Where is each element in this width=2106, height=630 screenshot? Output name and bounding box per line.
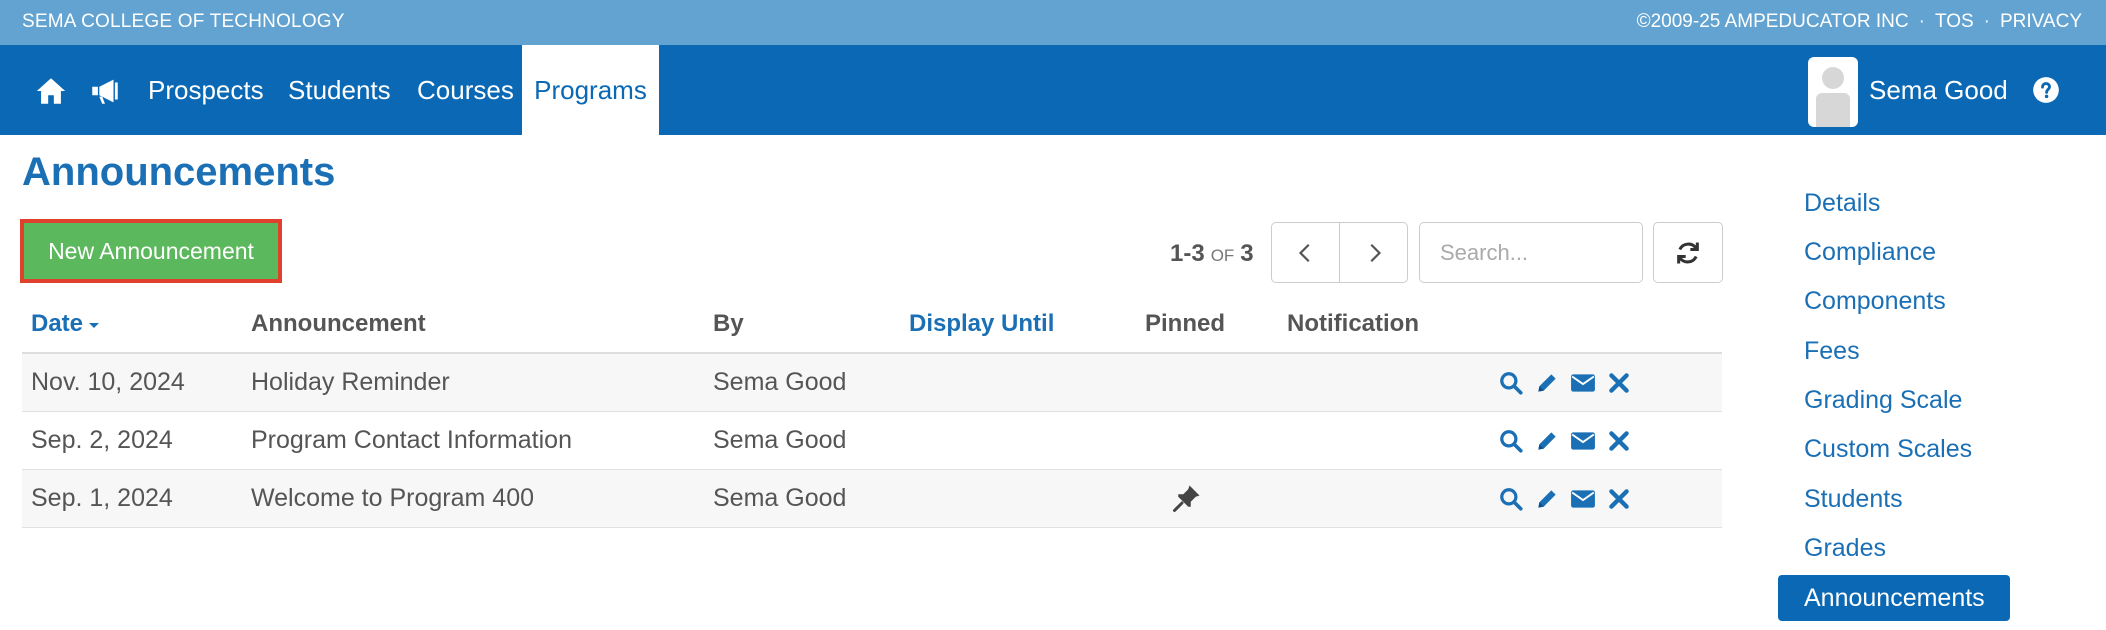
sidebar-item-grades[interactable]: Grades [1778, 525, 2010, 571]
delete-icon[interactable] [1605, 486, 1633, 512]
cell-by: Sema Good [713, 368, 847, 396]
chevron-right-icon [1369, 243, 1381, 262]
pin-icon [1173, 485, 1200, 512]
cell-date: Sep. 1, 2024 [31, 484, 173, 512]
chevron-left-icon [1298, 243, 1310, 262]
column-header-by[interactable]: By [713, 310, 744, 338]
column-header-date[interactable]: Date [31, 310, 101, 338]
privacy-link[interactable]: PRIVACY [2000, 11, 2082, 33]
pager-count: 1-3 OF 3 [1170, 240, 1254, 268]
page-title: Announcements [22, 150, 336, 194]
sidebar-item-details[interactable]: Details [1778, 180, 2010, 226]
question-circle-icon[interactable] [2032, 76, 2060, 104]
top-bar: SEMA COLLEGE OF TECHNOLOGY ©2009-25 AMPE… [0, 0, 2106, 45]
pager-total: 3 [1240, 240, 1254, 267]
edit-icon[interactable] [1533, 428, 1561, 454]
home-icon[interactable] [34, 74, 68, 108]
view-icon[interactable] [1497, 486, 1525, 512]
search-input[interactable] [1419, 222, 1643, 283]
pager-of: OF [1210, 246, 1235, 265]
cell-announcement[interactable]: Welcome to Program 400 [251, 470, 534, 527]
row-actions [1497, 370, 1633, 396]
view-icon[interactable] [1497, 428, 1525, 454]
sidebar-item-announcements[interactable]: Announcements [1778, 575, 2010, 621]
email-icon[interactable] [1569, 428, 1597, 454]
email-icon[interactable] [1569, 486, 1597, 512]
refresh-icon [1677, 242, 1699, 263]
cell-announcement[interactable]: Holiday Reminder [251, 354, 450, 411]
edit-icon[interactable] [1533, 486, 1561, 512]
nav-students[interactable]: Students [288, 45, 391, 135]
sidebar-item-fees[interactable]: Fees [1778, 328, 2010, 374]
table-row[interactable]: Nov. 10, 2024 Holiday Reminder Sema Good [22, 354, 1722, 412]
row-actions [1497, 486, 1633, 512]
sidebar-item-compliance[interactable]: Compliance [1778, 229, 2010, 275]
cell-date: Sep. 2, 2024 [31, 426, 173, 454]
cell-by: Sema Good [713, 484, 847, 512]
new-announcement-button[interactable]: New Announcement [20, 219, 282, 283]
copyright-text: ©2009-25 AMPEDUCATOR INC [1636, 11, 1909, 32]
sidebar-item-custom-scales[interactable]: Custom Scales [1778, 426, 2010, 472]
table-row[interactable]: Sep. 1, 2024 Welcome to Program 400 Sema… [22, 470, 1722, 528]
avatar-head [1822, 67, 1844, 89]
avatar-body [1816, 93, 1850, 127]
column-header-date-label: Date [31, 310, 84, 337]
table-row[interactable]: Sep. 2, 2024 Program Contact Information… [22, 412, 1722, 470]
user-name[interactable]: Sema Good [1869, 45, 2008, 135]
refresh-button[interactable] [1653, 222, 1723, 283]
pager-range: 1-3 [1170, 240, 1205, 267]
edit-icon[interactable] [1533, 370, 1561, 396]
next-page-button[interactable] [1339, 222, 1408, 283]
avatar[interactable] [1808, 57, 1858, 127]
row-actions [1497, 428, 1633, 454]
cell-by: Sema Good [713, 426, 847, 454]
megaphone-icon[interactable] [88, 74, 122, 108]
separator: · [1918, 11, 1925, 32]
school-name: SEMA COLLEGE OF TECHNOLOGY [22, 11, 345, 32]
legal-links: ©2009-25 AMPEDUCATOR INC · TOS · PRIVACY [1637, 11, 2082, 33]
cell-date: Nov. 10, 2024 [31, 368, 185, 396]
delete-icon[interactable] [1605, 428, 1633, 454]
cell-announcement[interactable]: Program Contact Information [251, 412, 572, 469]
column-header-announcement[interactable]: Announcement [251, 310, 426, 338]
view-icon[interactable] [1497, 370, 1525, 396]
email-icon[interactable] [1569, 370, 1597, 396]
sidebar-item-grading-scale[interactable]: Grading Scale [1778, 377, 2010, 423]
separator: · [1983, 11, 1990, 32]
sidebar-item-students[interactable]: Students [1778, 476, 2010, 522]
nav-courses[interactable]: Courses [417, 45, 514, 135]
nav-programs[interactable]: Programs [522, 45, 659, 135]
column-header-notification[interactable]: Notification [1287, 310, 1419, 338]
column-header-display-until[interactable]: Display Until [909, 310, 1054, 338]
main-nav: Prospects Students Courses Programs Sema… [0, 45, 2106, 135]
column-header-pinned[interactable]: Pinned [1145, 310, 1225, 338]
nav-prospects[interactable]: Prospects [148, 45, 264, 135]
tos-link[interactable]: TOS [1935, 11, 1974, 33]
sort-down-icon [89, 322, 100, 328]
sidebar-item-components[interactable]: Components [1778, 278, 2010, 324]
delete-icon[interactable] [1605, 370, 1633, 396]
previous-page-button[interactable] [1271, 222, 1340, 283]
